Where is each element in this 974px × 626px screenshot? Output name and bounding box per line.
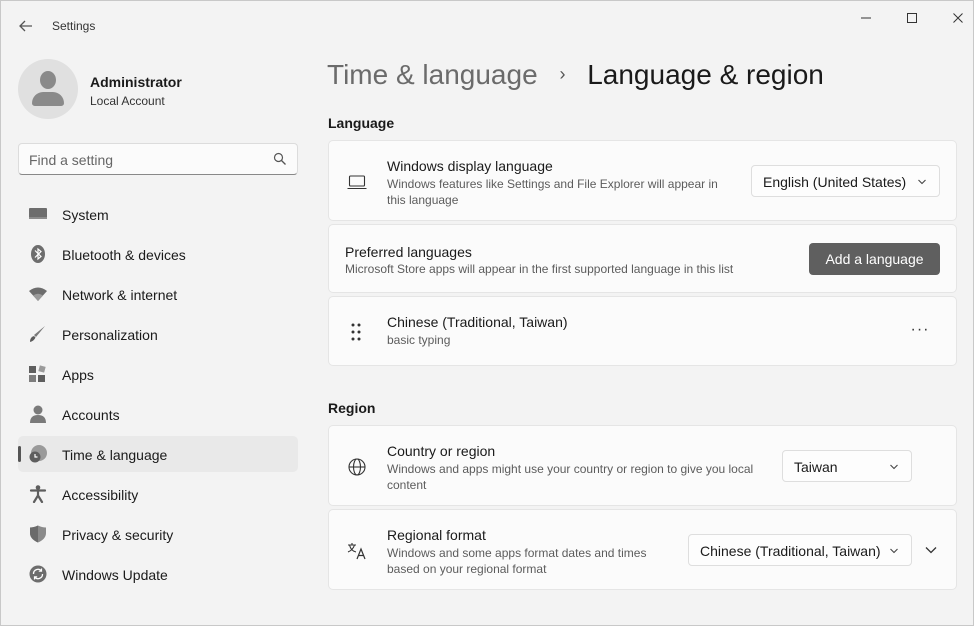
sidebar-item-label: Apps	[62, 367, 94, 383]
more-options-button[interactable]: ···	[907, 319, 933, 341]
sidebar-item-accounts[interactable]: Accounts	[18, 396, 298, 432]
sidebar-item-accessibility[interactable]: Accessibility	[18, 476, 298, 512]
sidebar-item-label: Personalization	[62, 327, 158, 343]
sidebar-item-time-language[interactable]: Time & language	[18, 436, 298, 472]
country-region-title: Country or region	[387, 443, 496, 459]
preferred-languages-description: Microsoft Store apps will appear in the …	[345, 262, 734, 276]
chevron-down-icon	[918, 179, 926, 185]
regional-format-card[interactable]: Regional format Windows and some apps fo…	[328, 509, 957, 590]
profile-account-type: Local Account	[90, 94, 165, 108]
regional-format-title: Regional format	[387, 527, 486, 543]
display-language-card: Windows display language Windows feature…	[328, 140, 957, 221]
app-title: Settings	[52, 19, 96, 33]
minimize-icon	[861, 17, 871, 19]
display-language-dropdown[interactable]: English (United States)	[751, 165, 940, 197]
regional-format-value: Chinese (Traditional, Taiwan)	[700, 543, 881, 559]
sidebar-item-apps[interactable]: Apps	[18, 356, 298, 392]
chevron-down-icon	[890, 464, 898, 470]
sidebar-nav: System Bluetooth & devices Network & int…	[18, 196, 298, 596]
preferred-languages-title: Preferred languages	[345, 244, 472, 260]
minimize-button[interactable]	[853, 7, 879, 29]
arrow-left-icon	[19, 20, 32, 32]
apps-icon	[29, 365, 46, 382]
sidebar-item-network[interactable]: Network & internet	[18, 276, 298, 312]
sidebar-item-personalization[interactable]: Personalization	[18, 316, 298, 352]
country-region-dropdown[interactable]: Taiwan	[782, 450, 912, 482]
sidebar-item-label: Windows Update	[62, 567, 168, 583]
chevron-right-icon: ›	[559, 64, 566, 84]
close-icon	[953, 13, 963, 23]
drag-handle-icon[interactable]	[349, 322, 363, 342]
display-language-value: English (United States)	[763, 174, 907, 190]
shield-icon	[30, 525, 46, 543]
sidebar-item-label: Privacy & security	[62, 527, 174, 543]
wifi-icon	[29, 287, 47, 301]
brush-icon	[30, 326, 45, 342]
sidebar-item-label: Time & language	[62, 447, 168, 463]
breadcrumb-parent[interactable]: Time & language	[327, 59, 538, 90]
accounts-icon	[30, 405, 46, 423]
expand-chevron-icon[interactable]	[923, 543, 939, 557]
country-region-card: Country or region Windows and apps might…	[328, 425, 957, 506]
sidebar-item-label: Accounts	[62, 407, 120, 423]
country-region-value: Taiwan	[794, 459, 838, 475]
sidebar-item-label: Bluetooth & devices	[62, 247, 186, 263]
update-icon	[29, 565, 47, 583]
sidebar-item-bluetooth[interactable]: Bluetooth & devices	[18, 236, 298, 272]
sidebar-item-label: System	[62, 207, 109, 223]
display-language-description: Windows features like Settings and File …	[387, 177, 718, 207]
sidebar-item-system[interactable]: System	[18, 196, 298, 232]
country-region-description: Windows and apps might use your country …	[387, 462, 754, 492]
breadcrumb: Time & language › Language & region	[327, 59, 824, 99]
maximize-button[interactable]	[899, 7, 925, 29]
back-button[interactable]	[15, 15, 37, 37]
title-bar: Settings	[1, 1, 974, 51]
accessibility-icon	[29, 485, 47, 503]
chevron-down-icon	[890, 548, 898, 554]
language-format-icon	[347, 543, 366, 560]
sidebar-item-windows-update[interactable]: Windows Update	[18, 556, 298, 592]
sidebar-item-label: Accessibility	[62, 487, 139, 503]
globe-icon	[348, 458, 366, 476]
laptop-icon	[347, 175, 367, 190]
close-button[interactable]	[945, 7, 971, 29]
add-language-button[interactable]: Add a language	[809, 243, 940, 275]
section-title-region: Region	[328, 400, 376, 416]
search-box[interactable]	[18, 143, 298, 175]
search-input[interactable]	[29, 150, 259, 170]
user-profile[interactable]: Administrator Local Account	[18, 59, 298, 119]
language-name: Chinese (Traditional, Taiwan)	[387, 314, 568, 330]
sidebar-item-privacy[interactable]: Privacy & security	[18, 516, 298, 552]
regional-format-dropdown[interactable]: Chinese (Traditional, Taiwan)	[688, 534, 912, 566]
system-icon	[29, 208, 47, 219]
regional-format-description: Windows and some apps format dates and t…	[387, 546, 647, 576]
search-icon[interactable]	[273, 152, 287, 166]
sidebar-item-label: Network & internet	[62, 287, 178, 303]
avatar	[18, 59, 78, 119]
section-title-language: Language	[328, 115, 395, 131]
maximize-icon	[907, 13, 917, 23]
language-list-item[interactable]: Chinese (Traditional, Taiwan) basic typi…	[328, 296, 957, 366]
page-title: Language & region	[587, 59, 824, 90]
language-detail: basic typing	[387, 333, 451, 347]
profile-name: Administrator	[90, 74, 182, 90]
display-language-title: Windows display language	[387, 158, 553, 174]
bluetooth-icon	[31, 245, 45, 263]
time-language-icon	[29, 445, 47, 463]
